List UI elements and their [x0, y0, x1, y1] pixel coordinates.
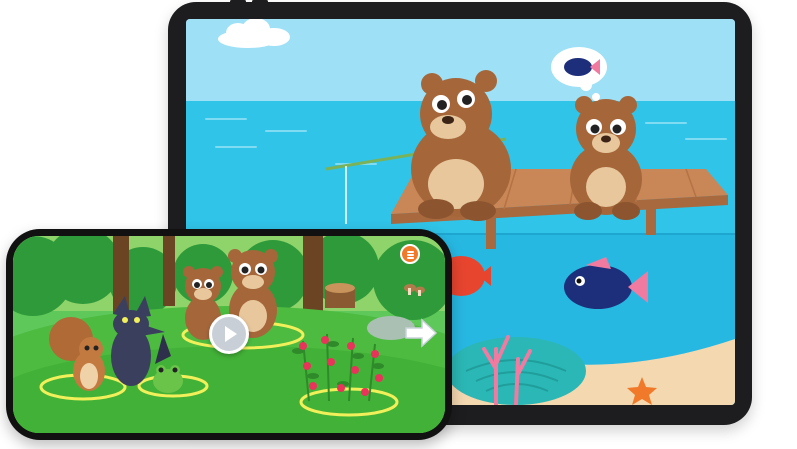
- tablet-top-button-2: [252, 0, 268, 3]
- tablet-top-button: [230, 0, 246, 3]
- play-button[interactable]: [209, 314, 249, 354]
- small-bear: [570, 96, 642, 220]
- play-icon: [225, 326, 237, 342]
- next-button[interactable]: [404, 318, 438, 348]
- arrow-right-icon: [405, 318, 438, 348]
- menu-button[interactable]: [400, 244, 420, 264]
- tree-stump: [325, 283, 355, 308]
